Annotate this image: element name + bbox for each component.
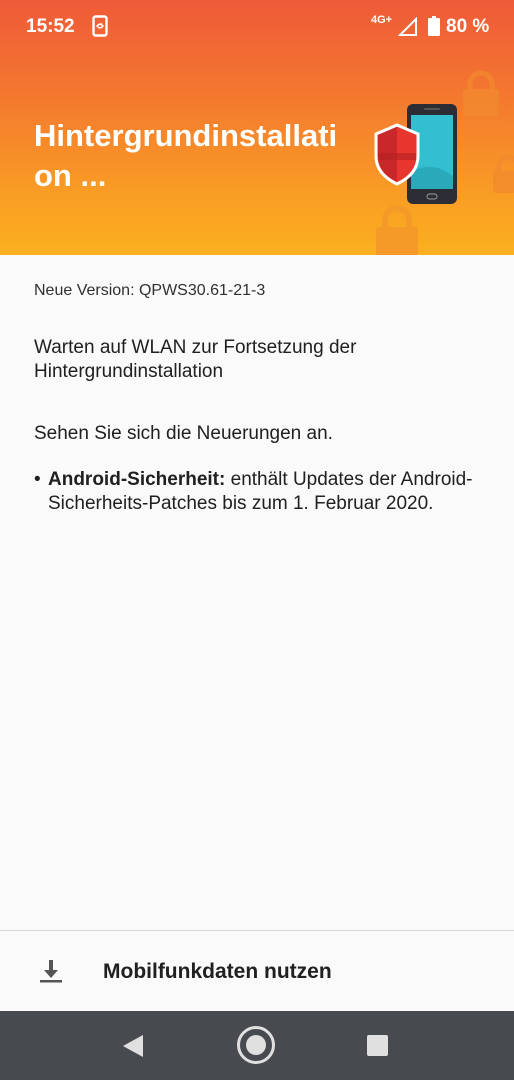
battery-level: 80 %: [446, 16, 490, 37]
download-icon: [39, 958, 63, 989]
signal-icon: [397, 16, 418, 42]
list-item: • Android-Sicherheit: enthält Updates de…: [34, 468, 484, 516]
use-mobile-data-label: Mobilfunkdaten nutzen: [103, 960, 332, 983]
network-type: 4G+: [371, 14, 393, 26]
lock-icon: [463, 70, 499, 116]
news-intro: Sehen Sie sich die Neuerungen an.: [34, 423, 333, 444]
use-mobile-data-button[interactable]: Mobilfunkdaten nutzen: [0, 931, 514, 1011]
wait-message: Warten auf WLAN zur Fortsetzung der Hint…: [34, 337, 357, 382]
phone-sync-icon: [92, 15, 108, 42]
lock-icon: [376, 205, 418, 255]
bullet-text: Android-Sicherheit: enthält Updates der …: [39, 468, 484, 516]
page-title: Hintergrundinstallation ...: [34, 118, 338, 193]
battery-icon: [428, 16, 440, 41]
recent-apps-icon[interactable]: [367, 1035, 388, 1061]
version-label: Neue Version: QPWS30.61-21-3: [34, 282, 266, 299]
bullet-title: Android-Sicherheit:: [48, 469, 226, 490]
phone-shield-locks-illustration: [374, 70, 514, 255]
back-icon[interactable]: [122, 1034, 144, 1063]
status-bar: 15:52 4G+ 80 %: [0, 0, 514, 56]
header: 15:52 4G+ 80 % Hintergrundinstallation .…: [0, 0, 514, 255]
status-time: 15:52: [26, 16, 75, 37]
bullet-icon: •: [34, 469, 41, 490]
navigation-bar: [0, 1011, 514, 1080]
home-icon[interactable]: [236, 1025, 276, 1070]
shield-icon: [374, 123, 420, 186]
lock-icon: [493, 154, 514, 193]
update-details: Neue Version: QPWS30.61-21-3 Warten auf …: [34, 282, 484, 516]
